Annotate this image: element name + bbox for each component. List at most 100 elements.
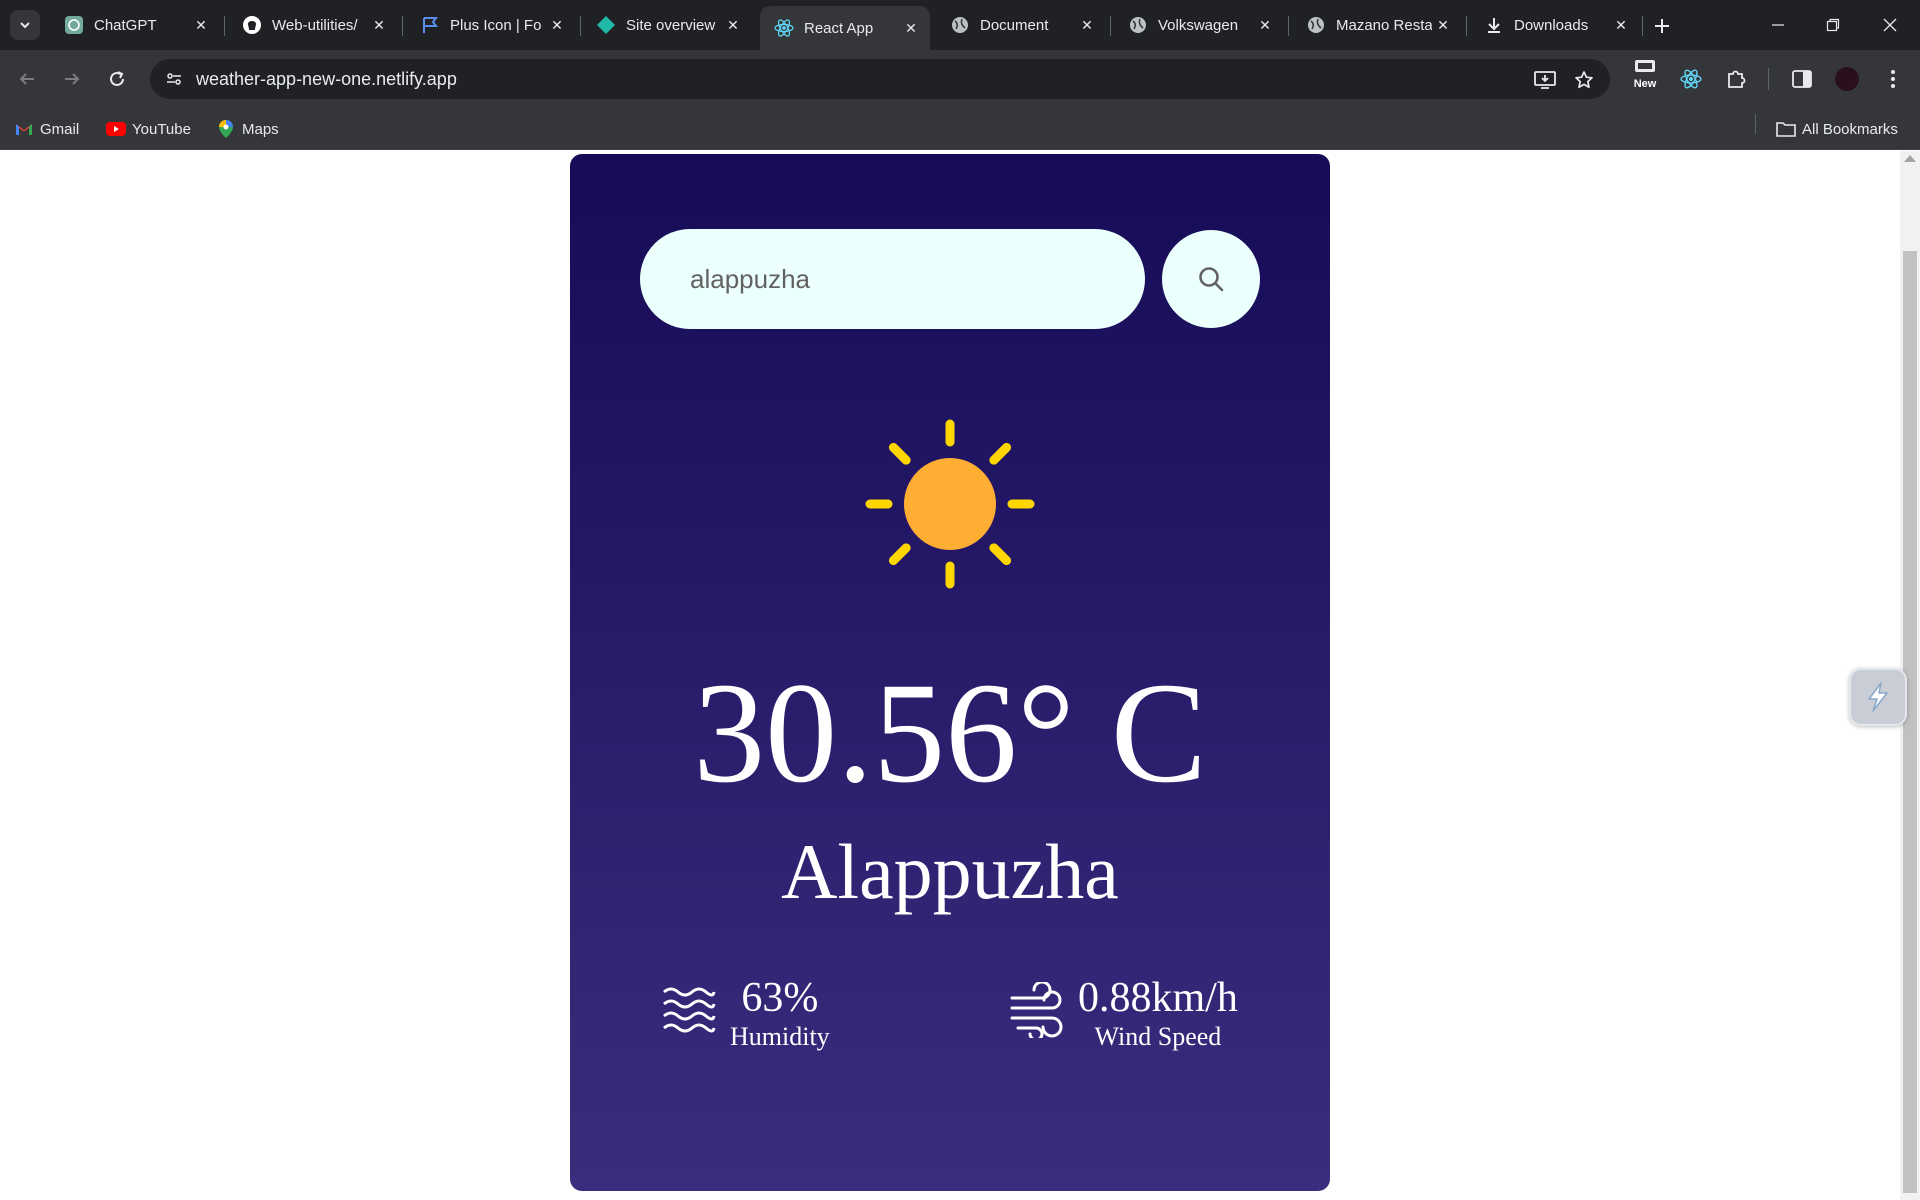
wind-speed-label: Wind Speed: [1094, 1022, 1222, 1051]
scrollbar-thumb[interactable]: [1903, 251, 1917, 1193]
lightning-icon: [1868, 682, 1888, 712]
bookmark-maps[interactable]: Maps: [216, 118, 279, 140]
close-icon[interactable]: ✕: [1254, 14, 1276, 36]
tab-search-button[interactable]: [10, 10, 40, 40]
gmail-icon: [14, 120, 34, 138]
extension-new-button[interactable]: New: [1630, 58, 1660, 98]
puzzle-icon: [1728, 70, 1746, 88]
wind-stat: 0.88km/h Wind Speed: [1008, 974, 1238, 1052]
tab-mazano[interactable]: Mazano Resta ✕: [1292, 8, 1462, 42]
sun-ray: [888, 543, 911, 566]
avatar: [1835, 67, 1859, 91]
download-icon: [1484, 15, 1504, 35]
all-bookmarks-label: All Bookmarks: [1802, 120, 1898, 138]
restore-button[interactable]: [1813, 10, 1853, 40]
tab-divider: [1288, 16, 1289, 36]
more-vert-icon: [1891, 70, 1895, 88]
humidity-waves-icon: [663, 987, 716, 1033]
restore-icon: [1826, 18, 1840, 32]
all-bookmarks-button[interactable]: All Bookmarks: [1776, 118, 1898, 140]
new-badge: New: [1633, 78, 1657, 90]
tab-title: Plus Icon | Fo: [450, 16, 542, 34]
tab-divider: [1642, 16, 1643, 36]
close-icon[interactable]: ✕: [1076, 14, 1098, 36]
chevron-down-icon: [20, 22, 30, 29]
close-icon[interactable]: ✕: [368, 14, 390, 36]
flag-icon: [420, 15, 440, 35]
tab-divider: [580, 16, 581, 36]
site-info-icon[interactable]: [162, 67, 186, 91]
close-icon[interactable]: ✕: [546, 14, 568, 36]
tab-divider: [1110, 16, 1111, 36]
tab-downloads[interactable]: Downloads ✕: [1470, 8, 1640, 42]
bookmarks-divider: [1755, 114, 1756, 134]
tab-github[interactable]: Web-utilities/ ✕: [228, 8, 398, 42]
youtube-icon: [106, 120, 126, 138]
close-window-button[interactable]: [1870, 10, 1910, 40]
forward-button[interactable]: [57, 64, 87, 94]
react-devtools-button[interactable]: [1676, 64, 1706, 94]
tab-plus-icon[interactable]: Plus Icon | Fo ✕: [406, 8, 576, 42]
tab-title: Volkswagen: [1158, 16, 1239, 34]
search-button[interactable]: [1162, 230, 1260, 328]
tab-divider: [1466, 16, 1467, 36]
globe-icon: [1128, 15, 1148, 35]
sun-ray: [989, 543, 1012, 566]
extensions-button[interactable]: [1721, 64, 1751, 94]
side-panel-icon: [1792, 70, 1812, 88]
tab-react-app[interactable]: React App ✕: [760, 6, 930, 50]
tab-title: Mazano Resta: [1336, 16, 1432, 34]
globe-icon: [1306, 15, 1326, 35]
minimize-icon: [1772, 24, 1784, 26]
back-button[interactable]: [12, 64, 42, 94]
new-tab-button[interactable]: [1648, 12, 1676, 40]
reload-icon: [110, 71, 124, 86]
wind-speed-value: 0.88km/h: [1078, 975, 1238, 1021]
tab-title: ChatGPT: [94, 16, 157, 34]
close-icon[interactable]: ✕: [722, 14, 744, 36]
humidity-value: 63%: [741, 975, 819, 1021]
menu-button[interactable]: [1878, 64, 1908, 94]
reload-button[interactable]: [102, 64, 132, 94]
sun-ray: [888, 442, 911, 465]
close-icon[interactable]: ✕: [190, 14, 212, 36]
arrow-right-icon: [65, 73, 80, 85]
bookmarks-bar: Gmail YouTube Maps All Bookmarks: [0, 108, 1920, 150]
bookmark-label: Maps: [242, 120, 279, 138]
tab-divider: [224, 16, 225, 36]
url-text: weather-app-new-one.netlify.app: [196, 68, 457, 89]
side-panel-button[interactable]: [1787, 64, 1817, 94]
weather-card: 30.56° C Alappuzha 63% Humidity 0.: [570, 154, 1330, 1191]
close-icon[interactable]: ✕: [1432, 14, 1454, 36]
folder-icon: [1776, 120, 1796, 138]
tab-title: Document: [980, 16, 1049, 34]
star-icon[interactable]: [1571, 67, 1597, 93]
bookmark-label: Gmail: [40, 120, 80, 138]
tab-chatgpt[interactable]: ChatGPT ✕: [50, 8, 220, 42]
plus-icon: [1655, 19, 1669, 33]
netlify-icon: [596, 15, 616, 35]
react-icon: [774, 18, 794, 38]
bookmark-youtube[interactable]: YouTube: [106, 118, 191, 140]
close-icon: [1883, 18, 1897, 32]
scroll-up-arrow[interactable]: [1904, 155, 1916, 162]
tab-volkswagen[interactable]: Volkswagen ✕: [1114, 8, 1284, 42]
temperature-display: 30.56° C: [693, 654, 1207, 813]
floating-extension-widget[interactable]: [1849, 668, 1907, 726]
bookmark-gmail[interactable]: Gmail: [14, 118, 79, 140]
address-bar[interactable]: weather-app-new-one.netlify.app: [150, 59, 1610, 99]
profile-button[interactable]: [1832, 64, 1862, 94]
install-app-icon[interactable]: [1532, 67, 1558, 93]
page-viewport: 30.56° C Alappuzha 63% Humidity 0.: [0, 151, 1900, 1200]
globe-icon: [950, 15, 970, 35]
browser-toolbar: weather-app-new-one.netlify.app New: [0, 50, 1920, 108]
tab-site-overview[interactable]: Site overview ✕: [582, 8, 752, 42]
minimize-button[interactable]: [1758, 10, 1798, 40]
wind-icon: [1010, 982, 1063, 1038]
search-input[interactable]: [640, 229, 1145, 329]
close-icon[interactable]: ✕: [900, 17, 922, 39]
extension-badge-icon: [1635, 60, 1655, 72]
tab-document[interactable]: Document ✕: [936, 8, 1106, 42]
humidity-stat: 63% Humidity: [660, 974, 830, 1052]
close-icon[interactable]: ✕: [1610, 14, 1632, 36]
